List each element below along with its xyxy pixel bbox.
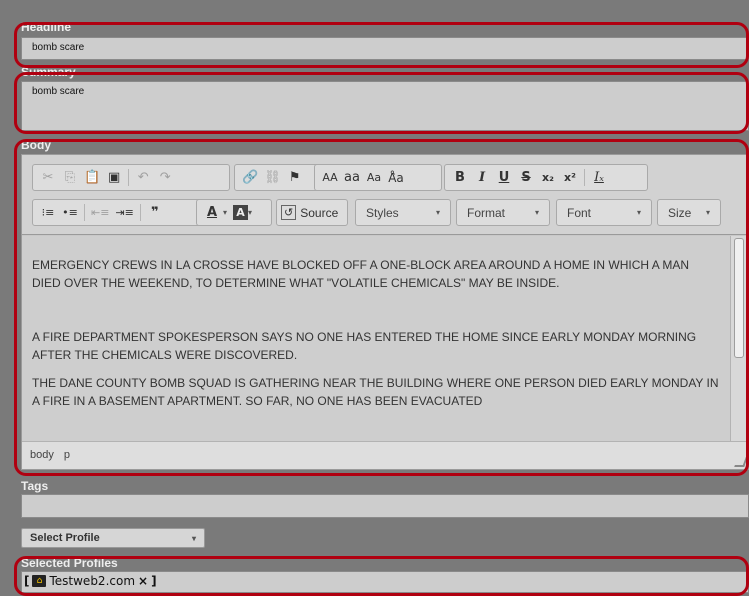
chevron-down-icon: ▾ xyxy=(435,208,440,217)
profile-tag: [ ⌂ Testweb2.com × ] xyxy=(24,574,157,588)
profile-name: Testweb2.com xyxy=(49,574,136,588)
bold-icon[interactable]: B xyxy=(449,167,471,188)
headline-input[interactable]: bomb scare xyxy=(21,37,749,60)
summary-label: Summary xyxy=(21,65,76,79)
toolbar-separator xyxy=(128,169,130,186)
outdent-icon[interactable]: ⇤≡ xyxy=(88,202,112,223)
path-item-body[interactable]: body xyxy=(30,449,54,461)
selected-profiles-box: [ ⌂ Testweb2.com × ] xyxy=(21,571,749,593)
redo-icon[interactable]: ↷ xyxy=(154,167,176,188)
underline-icon[interactable]: U xyxy=(493,167,515,188)
copy-icon[interactable]: ⎘ xyxy=(59,167,81,188)
text-color-icon[interactable]: A xyxy=(201,202,223,223)
anchor-flag-icon[interactable]: ⚑ xyxy=(284,167,306,188)
select-profile-label: Select Profile xyxy=(30,532,100,544)
subscript-icon[interactable]: x₂ xyxy=(537,167,559,188)
body-editor: ✂ ⎘ 📋 ▣ ↶ ↷ 🔗 ⛓ ⚑ AA aa Aa Å̂a B I U S x… xyxy=(21,154,749,470)
element-path-bar: body p xyxy=(22,441,748,469)
toolbar-separator xyxy=(84,204,85,221)
text-case-group: AA aa Aa Å̂a xyxy=(314,164,442,191)
color-group: A ▾ A ▾ xyxy=(196,199,272,226)
home-icon: ⌂ xyxy=(32,575,47,587)
superscript-icon[interactable]: x² xyxy=(559,167,581,188)
cut-icon[interactable]: ✂ xyxy=(37,167,59,188)
source-button[interactable]: ↺ Source xyxy=(276,199,348,226)
italic-icon[interactable]: I xyxy=(471,167,493,188)
source-icon: ↺ xyxy=(281,205,297,220)
indent-icon[interactable]: ⇥≡ xyxy=(112,202,136,223)
format-dropdown[interactable]: Format ▾ xyxy=(456,199,550,226)
blockquote-icon[interactable]: ❞ xyxy=(144,202,166,223)
body-paragraph: A FIRE DEPARTMENT SPOKESPERSON SAYS NO O… xyxy=(32,330,697,362)
lowercase-icon[interactable]: aa xyxy=(341,167,363,188)
uppercase-icon[interactable]: AA xyxy=(319,167,341,188)
body-paragraph: EMERGENCY CREWS IN LA CROSSE HAVE BLOCKE… xyxy=(32,258,690,290)
editor-content-area[interactable]: EMERGENCY CREWS IN LA CROSSE HAVE BLOCKE… xyxy=(22,236,730,442)
font-label: Font xyxy=(567,205,592,220)
chevron-down-icon[interactable]: ▾ xyxy=(223,208,227,217)
chevron-down-icon: ▾ xyxy=(191,533,196,543)
styles-dropdown[interactable]: Styles ▾ xyxy=(355,199,451,226)
body-label: Body xyxy=(21,138,51,152)
tags-label: Tags xyxy=(21,479,49,493)
size-label: Size xyxy=(668,205,692,220)
paste-text-icon[interactable]: ▣ xyxy=(103,167,125,188)
strikethrough-icon[interactable]: S xyxy=(515,167,537,188)
selected-profiles-label: Selected Profiles xyxy=(21,556,118,570)
remove-format-icon[interactable]: Iₓ xyxy=(588,167,610,188)
toolbar-separator xyxy=(139,204,141,221)
chevron-down-icon[interactable]: ▾ xyxy=(248,208,252,217)
remove-profile-icon[interactable]: × xyxy=(138,574,148,588)
styles-label: Styles xyxy=(366,205,399,220)
chevron-down-icon: ▾ xyxy=(636,208,641,217)
editor-toolbar: ✂ ⎘ 📋 ▣ ↶ ↷ 🔗 ⛓ ⚑ AA aa Aa Å̂a B I U S x… xyxy=(22,155,748,235)
font-dropdown[interactable]: Font ▾ xyxy=(556,199,652,226)
bulleted-list-icon[interactable]: •≡ xyxy=(59,202,81,223)
numbered-list-icon[interactable]: ⁝≡ xyxy=(37,202,59,223)
chevron-down-icon: ▾ xyxy=(705,208,710,217)
titlecase-icon[interactable]: Aa xyxy=(363,167,385,188)
undo-icon[interactable]: ↶ xyxy=(132,167,154,188)
paste-icon[interactable]: 📋 xyxy=(81,167,103,188)
list-group: ⁝≡ •≡ ⇤≡ ⇥≡ ❞ xyxy=(32,199,212,226)
link-icon[interactable]: 🔗 xyxy=(239,167,261,188)
tags-input[interactable] xyxy=(21,494,749,518)
editor-scrollbar[interactable] xyxy=(730,236,748,442)
toggle-case-icon[interactable]: Å̂a xyxy=(385,167,407,188)
clipboard-group: ✂ ⎘ 📋 ▣ ↶ ↷ xyxy=(32,164,230,191)
background-color-icon[interactable]: A xyxy=(233,205,249,220)
format-label: Format xyxy=(467,205,506,220)
headline-label: Headline xyxy=(21,20,72,34)
scrollbar-thumb[interactable] xyxy=(734,238,744,358)
summary-textarea[interactable]: bomb scare xyxy=(21,81,749,131)
source-label: Source xyxy=(300,205,339,220)
unlink-icon[interactable]: ⛓ xyxy=(261,167,284,188)
select-profile-dropdown[interactable]: Select Profile ▾ xyxy=(21,528,205,548)
body-paragraph: THE DANE COUNTY BOMB SQUAD IS GATHERING … xyxy=(32,376,719,408)
size-dropdown[interactable]: Size ▾ xyxy=(657,199,721,226)
chevron-down-icon: ▾ xyxy=(534,208,539,217)
toolbar-separator xyxy=(584,169,585,186)
basic-format-group: B I U S x₂ x² Iₓ xyxy=(444,164,648,191)
path-item-p[interactable]: p xyxy=(64,449,70,461)
